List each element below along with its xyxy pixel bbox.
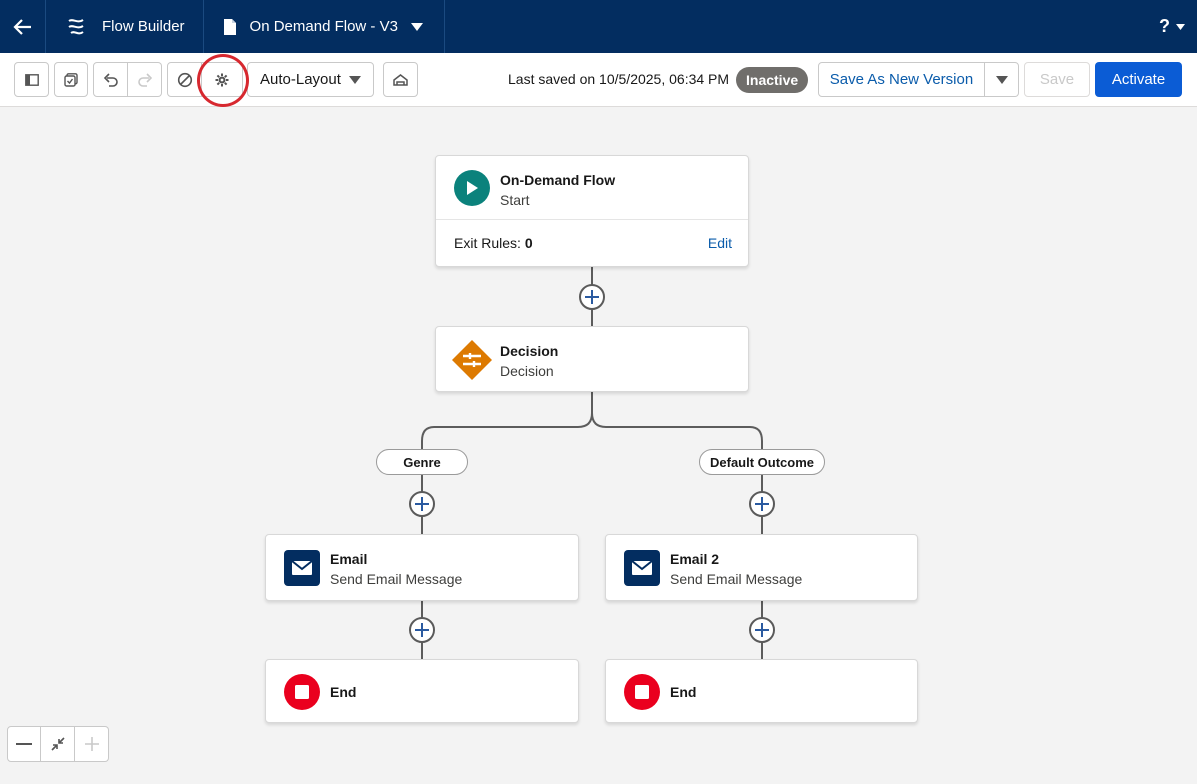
end-node-text: End [670, 684, 696, 700]
undo-button[interactable] [93, 62, 128, 97]
email-node-text: Email Send Email Message [330, 551, 462, 587]
email-2-node-text: Email 2 Send Email Message [670, 551, 802, 587]
app-name-area: Flow Builder [46, 0, 204, 53]
save-button[interactable]: Save [1024, 62, 1090, 97]
plus-icon [84, 737, 99, 751]
end-node-text: End [330, 684, 356, 700]
minus-icon [16, 743, 32, 745]
flow-properties-button[interactable] [383, 62, 418, 97]
email-2-action-node[interactable]: Email 2 Send Email Message [605, 534, 918, 601]
play-icon [454, 170, 490, 206]
back-button[interactable] [0, 0, 46, 53]
app-header: Flow Builder On Demand Flow - V3 ? [0, 0, 1197, 53]
gear-icon [215, 73, 229, 86]
flow-canvas[interactable]: On-Demand Flow Start Exit Rules: 0 Edit … [0, 107, 1197, 784]
fit-to-view-button[interactable] [41, 726, 75, 762]
home-icon [393, 73, 408, 86]
flow-settings-button[interactable] [202, 62, 243, 97]
flow-version-menu[interactable]: On Demand Flow - V3 [204, 0, 445, 53]
edit-exit-rules-link[interactable]: Edit [708, 235, 732, 251]
end-node-title: End [670, 684, 697, 700]
exit-rules-count: 0 [524, 235, 533, 251]
outcome-label-genre[interactable]: Genre [376, 449, 468, 475]
decision-node-title: Decision [500, 343, 559, 359]
end-node-title: End [330, 684, 357, 700]
decision-node-subtitle: Decision [500, 363, 554, 379]
status-badge: Inactive [736, 67, 809, 93]
errors-warnings-button[interactable] [54, 62, 88, 97]
plus-icon [415, 497, 429, 511]
end-node[interactable]: End [265, 659, 579, 723]
chevron-down-icon [349, 75, 361, 84]
add-element-button[interactable] [409, 491, 435, 517]
save-options-dropdown[interactable] [984, 62, 1019, 97]
redo-button[interactable] [128, 62, 162, 97]
start-node-subtitle: Start [500, 192, 530, 208]
start-node-text: On-Demand Flow Start [500, 172, 615, 208]
add-element-button[interactable] [579, 284, 605, 310]
end-node[interactable]: End [605, 659, 918, 723]
start-node-title: On-Demand Flow [500, 172, 616, 188]
divider [436, 219, 748, 220]
decision-icon [452, 340, 492, 380]
save-as-new-version-button[interactable]: Save As New Version [818, 62, 985, 97]
redo-icon [137, 72, 152, 87]
toggle-toolbox-button[interactable] [14, 62, 49, 97]
layout-select-value: Auto-Layout [260, 71, 341, 88]
plus-icon [755, 623, 769, 637]
panel-icon [24, 73, 39, 86]
stop-icon [624, 674, 660, 710]
zoom-out-button[interactable] [7, 726, 41, 762]
contract-icon [50, 737, 65, 751]
email-node-subtitle: Send Email Message [330, 571, 463, 587]
decision-node[interactable]: Decision Decision [435, 326, 749, 392]
email-action-node[interactable]: Email Send Email Message [265, 534, 579, 601]
decision-node-text: Decision Decision [500, 343, 558, 379]
zoom-in-button[interactable] [75, 726, 109, 762]
last-saved-text: Last saved on 10/5/2025, 06:34 PM [508, 71, 730, 87]
document-icon [223, 18, 236, 35]
layout-select[interactable]: Auto-Layout [247, 62, 374, 97]
outcome-label-default[interactable]: Default Outcome [699, 449, 825, 475]
toolbar: Auto-Layout Last saved on 10/5/2025, 06:… [0, 53, 1197, 107]
add-element-button[interactable] [749, 617, 775, 643]
start-node[interactable]: On-Demand Flow Start Exit Rules: 0 Edit [435, 155, 749, 267]
exit-rules: Exit Rules: 0 [454, 235, 533, 251]
email-node-title: Email [330, 551, 368, 567]
caret-down-icon [1176, 23, 1185, 30]
zoom-controls [7, 726, 109, 762]
email-2-node-subtitle: Send Email Message [670, 571, 803, 587]
add-element-button[interactable] [749, 491, 775, 517]
help-menu[interactable]: ? [1159, 0, 1185, 53]
plus-icon [415, 623, 429, 637]
plus-icon [585, 290, 599, 304]
debug-button[interactable] [167, 62, 202, 97]
email-icon [284, 550, 320, 586]
exit-rules-label: Exit Rules: [454, 235, 521, 251]
email-icon [624, 550, 660, 586]
plus-icon [755, 497, 769, 511]
email-2-node-title: Email 2 [670, 551, 720, 567]
app-name: Flow Builder [102, 18, 185, 35]
flow-builder-icon [68, 18, 84, 34]
add-element-button[interactable] [409, 617, 435, 643]
arrow-left-icon [12, 18, 31, 35]
chevron-down-icon [410, 22, 423, 31]
copy-check-icon [64, 72, 78, 87]
block-icon [177, 72, 192, 87]
chevron-down-icon [995, 75, 1008, 84]
flow-name: On Demand Flow - V3 [249, 18, 398, 35]
stop-icon [284, 674, 320, 710]
help-icon: ? [1159, 16, 1170, 36]
undo-icon [103, 72, 118, 87]
activate-button[interactable]: Activate [1095, 62, 1182, 97]
